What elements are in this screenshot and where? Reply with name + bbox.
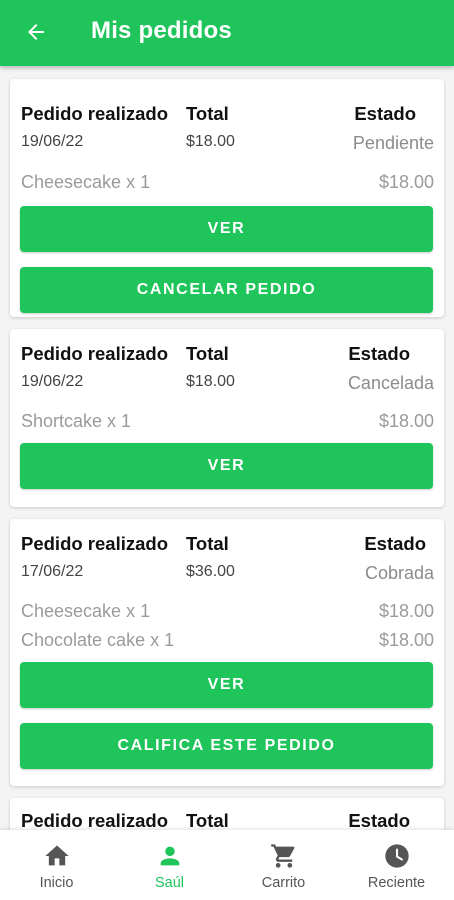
order-card: Pedido realizado Total Estado 19/06/22 $… bbox=[10, 79, 444, 317]
nav-item-reciente[interactable]: Reciente bbox=[340, 830, 453, 900]
order-item-price: $18.00 bbox=[378, 172, 434, 192]
order-total: $18.00 bbox=[186, 133, 235, 150]
nav-item-carrito[interactable]: Carrito bbox=[227, 830, 340, 900]
order-item-price: $18.00 bbox=[378, 601, 434, 621]
view-order-button[interactable]: VER bbox=[20, 443, 433, 489]
order-total-label: Total bbox=[186, 810, 229, 830]
order-date: 19/06/22 bbox=[21, 133, 84, 150]
order-placed-label: Pedido realizado bbox=[21, 533, 169, 554]
order-total-label: Total bbox=[186, 103, 229, 124]
page-title: Mis pedidos bbox=[91, 17, 232, 44]
order-item-name: Shortcake x 1 bbox=[21, 411, 132, 431]
person-icon bbox=[113, 842, 226, 870]
order-status: Pendiente bbox=[352, 133, 434, 153]
order-status-label: Estado bbox=[348, 810, 410, 830]
order-total: $36.00 bbox=[186, 563, 235, 580]
order-total-label: Total bbox=[186, 533, 229, 554]
order-card: Pedido realizado Total Estado 17/06/22 $… bbox=[10, 519, 444, 786]
order-total-label: Total bbox=[186, 343, 229, 364]
order-status: Cobrada bbox=[364, 563, 434, 583]
cart-icon bbox=[227, 842, 340, 870]
nav-item-profile[interactable]: Saúl bbox=[113, 830, 226, 900]
home-icon bbox=[0, 842, 113, 870]
nav-label: Carrito bbox=[261, 875, 306, 891]
clock-icon bbox=[340, 842, 453, 870]
order-status-label: Estado bbox=[348, 343, 410, 364]
nav-label: Reciente bbox=[367, 875, 426, 891]
order-item-price: $18.00 bbox=[378, 411, 434, 431]
nav-label: Inicio bbox=[39, 875, 74, 891]
order-status-label: Estado bbox=[354, 103, 416, 124]
bottom-navigation: Inicio Saúl Carrito Reciente bbox=[0, 830, 454, 900]
cancel-order-button[interactable]: CANCELAR PEDIDO bbox=[20, 267, 433, 313]
view-order-button[interactable]: VER bbox=[20, 662, 433, 708]
order-status: Cancelada bbox=[347, 373, 434, 393]
order-date: 19/06/22 bbox=[21, 373, 84, 390]
order-item-price: $18.00 bbox=[378, 630, 434, 650]
order-placed-label: Pedido realizado bbox=[21, 343, 169, 364]
order-placed-label: Pedido realizado bbox=[21, 810, 169, 830]
app-bar: Mis pedidos bbox=[0, 0, 454, 66]
order-status-label: Estado bbox=[364, 533, 426, 554]
rate-order-button[interactable]: CALIFICA ESTE PEDIDO bbox=[20, 723, 433, 769]
order-total: $18.00 bbox=[186, 373, 235, 390]
order-date: 17/06/22 bbox=[21, 563, 84, 580]
orders-list[interactable]: Pedido realizado Total Estado 19/06/22 $… bbox=[0, 66, 454, 830]
order-item-name: Chocolate cake x 1 bbox=[21, 630, 175, 650]
order-item-name: Cheesecake x 1 bbox=[21, 172, 151, 192]
order-item-name: Cheesecake x 1 bbox=[21, 601, 151, 621]
back-arrow-icon[interactable] bbox=[22, 18, 50, 46]
order-card: Pedido realizado Total Estado 19/06/22 $… bbox=[10, 329, 444, 507]
order-placed-label: Pedido realizado bbox=[21, 103, 169, 124]
view-order-button[interactable]: VER bbox=[20, 206, 433, 252]
order-card: Pedido realizado Total Estado bbox=[10, 798, 444, 830]
nav-label: Saúl bbox=[154, 875, 185, 891]
nav-item-inicio[interactable]: Inicio bbox=[0, 830, 113, 900]
